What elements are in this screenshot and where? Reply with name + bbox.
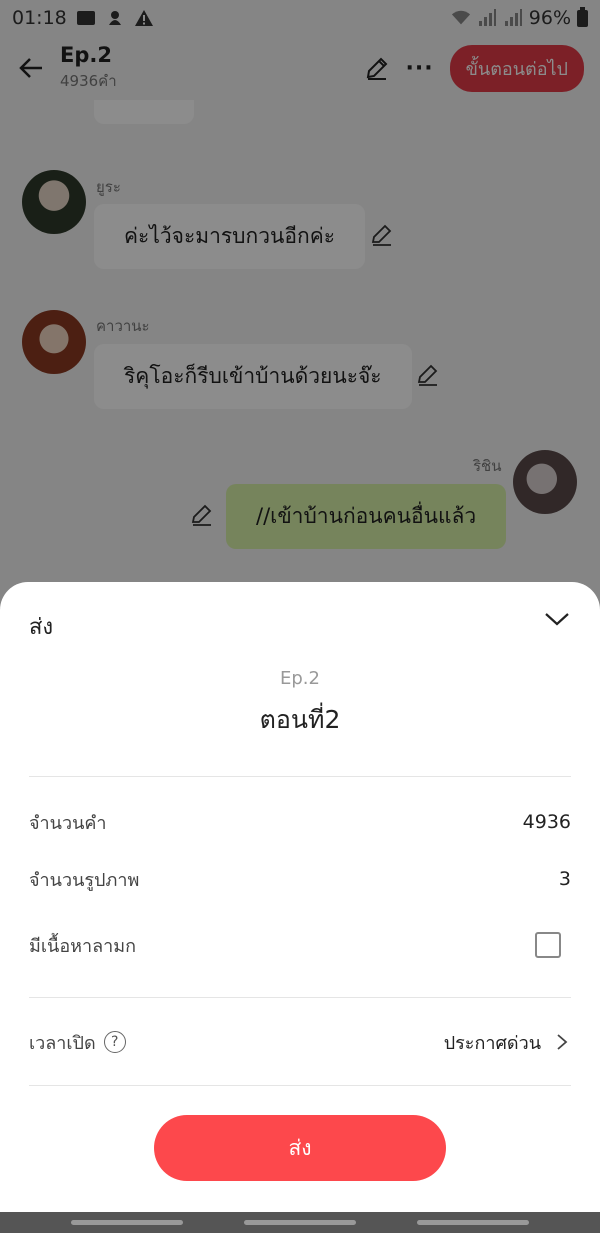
chevron-down-icon[interactable]	[542, 604, 572, 634]
adult-content-label: มีเนื้อหาลามก	[29, 935, 137, 957]
word-count-label: จำนวนคำ	[29, 812, 107, 834]
word-count-value: 4936	[522, 811, 571, 833]
image-count-value: 3	[558, 868, 571, 890]
help-icon[interactable]: ?	[103, 1031, 126, 1053]
nav-recents[interactable]	[70, 1220, 183, 1225]
system-nav-bar	[0, 1212, 600, 1233]
adult-content-checkbox[interactable]	[535, 932, 561, 958]
open-time-row[interactable]: เวลาเปิด ? ประกาศด่วน	[29, 1022, 571, 1062]
open-time-value: ประกาศด่วน	[443, 1032, 541, 1054]
chevron-right-icon	[557, 1034, 568, 1050]
divider	[29, 997, 571, 998]
divider	[29, 1085, 571, 1086]
sheet-title: ส่ง	[29, 615, 54, 640]
image-count-label: จำนวนรูปภาพ	[29, 869, 140, 891]
image-count-row: จำนวนรูปภาพ 3	[29, 859, 571, 899]
adult-content-row: มีเนื้อหาลามก	[29, 925, 571, 965]
nav-back[interactable]	[417, 1220, 530, 1225]
episode-name: ตอนที่2	[259, 705, 341, 734]
nav-home[interactable]	[243, 1220, 356, 1225]
send-button[interactable]: ส่ง	[154, 1115, 446, 1181]
open-time-label: เวลาเปิด	[29, 1032, 96, 1054]
word-count-row: จำนวนคำ 4936	[29, 802, 571, 842]
divider	[29, 776, 571, 777]
episode-label: Ep.2	[280, 668, 320, 689]
send-bottom-sheet: ส่ง Ep.2 ตอนที่2 จำนวนคำ 4936 จำนวนรูปภา…	[0, 582, 600, 1212]
